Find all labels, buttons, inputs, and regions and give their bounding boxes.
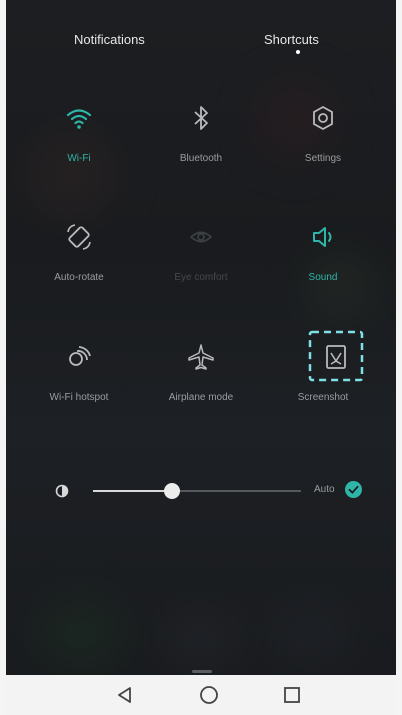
checkmark-icon	[348, 485, 359, 494]
shortcut-label: Settings	[304, 153, 342, 164]
auto-brightness-label: Auto	[314, 484, 335, 495]
shortcut-label: Sound	[308, 272, 338, 283]
hotspot-icon	[69, 346, 91, 366]
shortcut-airplane-mode[interactable]: Airplane mode	[146, 342, 256, 432]
wifi-icon	[66, 109, 92, 129]
shortcut-label: Airplane mode	[168, 392, 234, 403]
shortcut-wifi[interactable]: Wi-Fi	[24, 103, 134, 193]
shortcut-settings[interactable]: Settings	[268, 103, 378, 193]
brightness-icon	[55, 484, 69, 498]
gear-icon	[313, 105, 333, 131]
eye-comfort-icon	[189, 231, 213, 243]
shortcut-label: Eye comfort	[174, 272, 228, 283]
bluetooth-icon	[194, 106, 208, 130]
wallpaper-blur	[156, 610, 246, 670]
shortcut-sound[interactable]: Sound	[268, 222, 378, 312]
wallpaper-blur	[266, 600, 356, 670]
shortcut-label: Bluetooth	[179, 153, 223, 164]
shortcut-eye-comfort[interactable]: Eye comfort	[146, 222, 256, 312]
brightness-slider-fill	[93, 490, 173, 492]
shortcut-label: Auto-rotate	[54, 272, 104, 283]
recents-icon[interactable]	[280, 683, 304, 707]
shortcut-label: Screenshot	[297, 392, 349, 403]
screenshot-icon	[326, 345, 346, 369]
shortcut-label: Wi-Fi hotspot	[49, 392, 109, 403]
navigation-bar	[6, 675, 396, 715]
shortcut-wifi-hotspot[interactable]: Wi-Fi hotspot	[24, 342, 134, 432]
speaker-icon	[313, 227, 332, 247]
shortcut-auto-rotate[interactable]: Auto-rotate	[24, 222, 134, 312]
active-tab-indicator	[296, 50, 300, 54]
shortcut-label: Wi-Fi	[67, 153, 91, 164]
wallpaper-blur	[36, 600, 126, 670]
home-icon[interactable]	[197, 683, 221, 707]
panel-drag-handle[interactable]	[192, 670, 212, 673]
airplane-icon	[188, 344, 214, 370]
rotate-icon	[67, 224, 91, 250]
brightness-slider-thumb[interactable]	[164, 483, 181, 499]
quick-settings-panel: Notifications Shortcuts Wi-Fi Bluetooth …	[6, 0, 396, 715]
shortcut-screenshot[interactable]: Screenshot	[268, 330, 378, 432]
back-icon[interactable]	[113, 683, 137, 707]
tab-shortcuts[interactable]: Shortcuts	[264, 32, 319, 47]
auto-brightness-toggle[interactable]	[345, 481, 362, 498]
shortcut-bluetooth[interactable]: Bluetooth	[146, 103, 256, 193]
brightness-row: Auto	[6, 480, 396, 510]
panel-tabs: Notifications Shortcuts	[6, 24, 396, 64]
brightness-slider[interactable]	[93, 483, 301, 499]
tab-notifications[interactable]: Notifications	[74, 32, 145, 47]
